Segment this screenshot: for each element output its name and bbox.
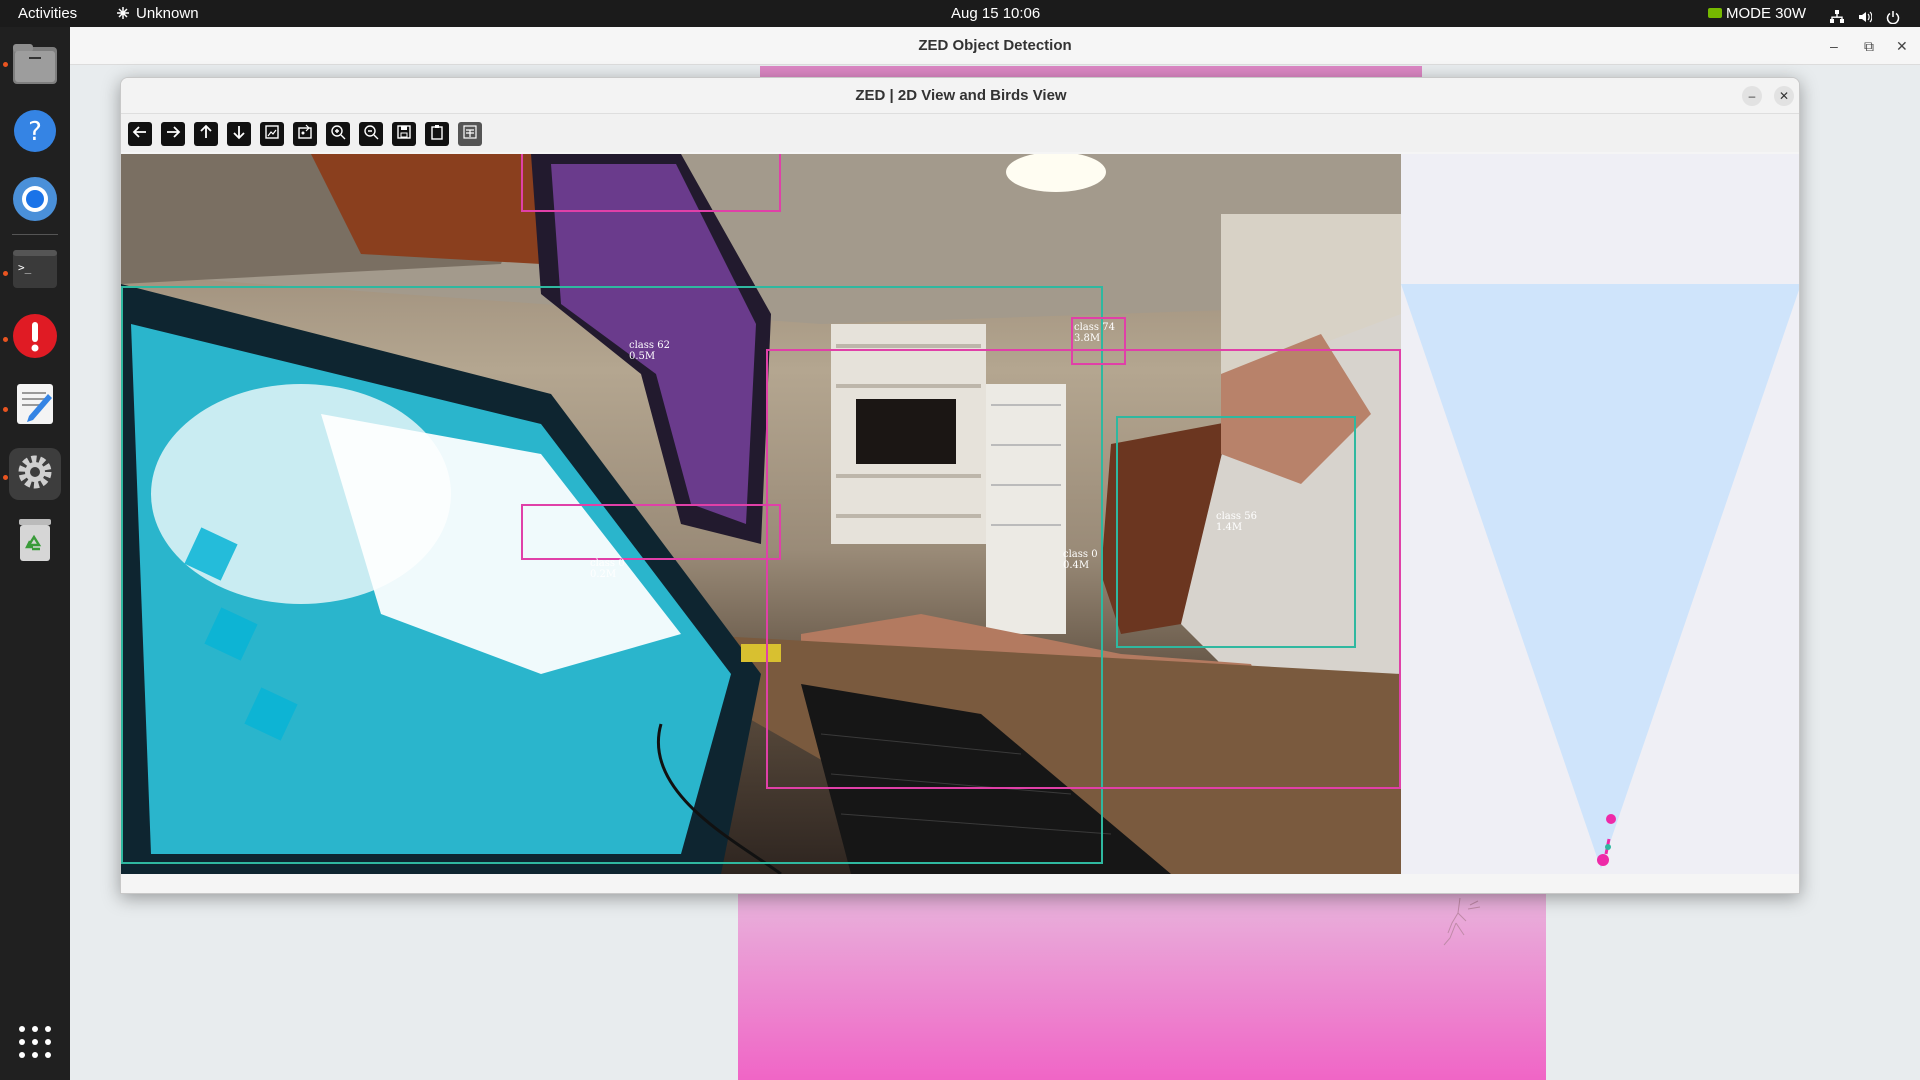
detection-box[interactable] [521, 504, 781, 560]
pan-down-button[interactable] [227, 122, 251, 146]
object-marker [1605, 844, 1611, 850]
minimize-button[interactable]: – [1830, 27, 1838, 65]
running-indicator [3, 337, 8, 342]
terminal-icon: >_ [13, 249, 57, 293]
minimize-button[interactable]: – [1742, 86, 1762, 106]
chromium-icon [12, 176, 58, 227]
help-icon: ? [13, 109, 57, 158]
save-image-button[interactable] [392, 122, 416, 146]
dock-separator [12, 234, 58, 235]
svg-text:?: ? [28, 117, 42, 147]
trash-app-button[interactable] [9, 516, 61, 568]
software-updater-icon [12, 313, 58, 364]
network-indicator[interactable]: Unknown [116, 0, 199, 27]
svg-text:>_: >_ [18, 261, 32, 274]
window-title: ZED | 2D View and Birds View [121, 78, 1799, 114]
object-detection-window-title: ZED Object Detection [70, 27, 1920, 65]
image-icon [264, 124, 280, 145]
close-icon: ✕ [1778, 89, 1790, 103]
pan-up-button[interactable] [194, 122, 218, 146]
toolbar [121, 114, 1799, 152]
zoom-in-icon [330, 124, 346, 145]
zoom-in-button[interactable] [326, 122, 350, 146]
detection-label: class 74 3.8M [1074, 322, 1115, 344]
properties-icon [462, 124, 478, 145]
close-button[interactable]: ✕ [1774, 86, 1794, 106]
detection-label: class 62 0.5M [629, 340, 670, 362]
running-indicator [3, 407, 8, 412]
text-editor-app-button[interactable] [9, 380, 61, 432]
software-updater-app-button[interactable] [9, 312, 61, 364]
pan-left-button[interactable] [128, 122, 152, 146]
activities-button[interactable]: Activities [18, 0, 77, 27]
copy-to-clipboard-button[interactable] [425, 122, 449, 146]
settings-icon [15, 452, 55, 497]
3d-view-floor-plane [738, 892, 1546, 1080]
arrow-left-icon [132, 124, 148, 145]
image-edit-icon [297, 124, 313, 145]
2d-birds-view-window: ZED | 2D View and Birds View – ✕ class 6… [120, 77, 1800, 894]
close-icon: ✕ [1896, 38, 1908, 54]
show-applications-button[interactable] [17, 1024, 53, 1060]
close-button[interactable]: ✕ [1896, 27, 1908, 65]
running-indicator [3, 62, 8, 67]
running-indicator [3, 271, 8, 276]
point-cloud-figure [1443, 897, 1481, 946]
top-bar: Activities Unknown Aug 15 10:06 MODE 30W [0, 0, 1920, 27]
zoom-out-button[interactable] [359, 122, 383, 146]
power-mode-label: MODE 30W [1726, 5, 1807, 22]
dock: ? >_ [0, 27, 70, 1080]
text-editor-icon [15, 382, 55, 431]
network-icon [116, 2, 130, 19]
pan-right-button[interactable] [161, 122, 185, 146]
object-marker [1597, 854, 1609, 866]
files-icon [12, 43, 58, 90]
zoom-out-icon [363, 124, 379, 145]
detection-box[interactable] [521, 154, 781, 212]
wired-network-icon [1830, 6, 1844, 23]
object-marker [1606, 814, 1616, 824]
power-icon [1886, 6, 1900, 25]
clock[interactable]: Aug 15 10:06 [951, 0, 1040, 27]
chromium-app-button[interactable] [9, 175, 61, 227]
arrow-down-icon [231, 124, 247, 145]
clipboard-icon [429, 124, 445, 145]
restore-button[interactable]: ⧉ [1864, 27, 1874, 65]
birds-view-canvas [1401, 284, 1799, 869]
birds-eye-view[interactable] [1401, 154, 1799, 874]
minimize-icon: – [1748, 89, 1756, 103]
terminal-app-button[interactable]: >_ [9, 245, 61, 297]
zoom-fit-button[interactable] [260, 122, 284, 146]
detection-label: class 56 1.4M [1216, 511, 1257, 533]
detection-label: class 0 0.2M [590, 558, 625, 580]
properties-button[interactable] [458, 122, 482, 146]
trash-icon [15, 517, 55, 568]
detection-label: class 0 0.4M [1063, 549, 1098, 571]
volume-icon [1858, 6, 1873, 23]
network-label: Unknown [136, 5, 199, 22]
apps-grid-icon [17, 1026, 53, 1064]
power-mode-indicator[interactable]: MODE 30W [1708, 0, 1806, 27]
system-tray[interactable] [1830, 0, 1900, 27]
arrow-up-icon [198, 124, 214, 145]
files-app-button[interactable] [9, 40, 61, 92]
settings-app-button[interactable] [9, 448, 61, 500]
camera-fov-cone [1401, 284, 1799, 869]
nvidia-icon [1708, 8, 1722, 18]
camera-2d-view[interactable]: class 62 0.5M class 74 3.8M class 56 1.4M c… [121, 154, 1401, 874]
arrow-right-icon [165, 124, 181, 145]
restore-icon: ⧉ [1864, 38, 1874, 54]
running-indicator [3, 475, 8, 480]
zoom-original-button[interactable] [293, 122, 317, 146]
save-icon [396, 124, 412, 145]
help-app-button[interactable]: ? [9, 107, 61, 159]
minimize-icon: – [1830, 38, 1838, 54]
